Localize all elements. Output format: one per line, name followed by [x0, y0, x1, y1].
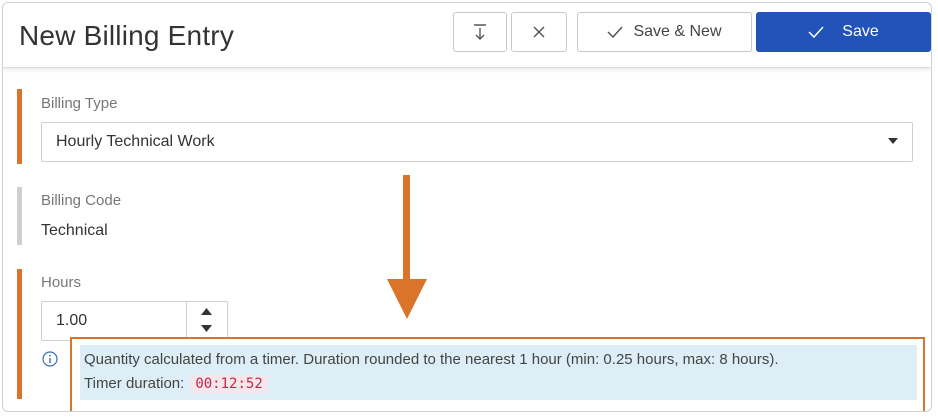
billing-code-field: Billing Code Technical — [17, 187, 917, 245]
billing-type-label: Billing Type — [41, 95, 118, 112]
hours-label: Hours — [41, 274, 82, 291]
hours-field: Hours 1.00 Quantity calculated from a ti… — [17, 269, 925, 411]
collapse-button[interactable] — [453, 12, 507, 52]
check-icon — [607, 26, 624, 38]
timer-duration-label: Timer duration: — [84, 375, 185, 392]
timer-info-highlight: Quantity calculated from a timer. Durati… — [70, 337, 925, 411]
annotation-arrow-icon — [387, 175, 427, 319]
hours-stepper[interactable]: 1.00 — [41, 301, 228, 341]
save-and-new-label: Save & New — [633, 23, 722, 40]
check-icon — [808, 26, 824, 38]
decrement-arrow-icon[interactable] — [201, 324, 212, 332]
hours-value: 1.00 — [56, 312, 88, 329]
save-button[interactable]: Save — [756, 12, 931, 52]
save-label: Save — [842, 23, 879, 40]
dialog-header: New Billing Entry Save & New Save — [3, 3, 931, 68]
page-title: New Billing Entry — [19, 20, 235, 51]
caret-down-icon — [888, 138, 898, 144]
billing-type-value: Hourly Technical Work — [56, 133, 215, 150]
close-icon — [533, 26, 545, 38]
info-icon — [42, 351, 58, 367]
billing-entry-dialog: New Billing Entry Save & New Save Billin… — [2, 2, 932, 412]
billing-code-label: Billing Code — [41, 192, 122, 209]
billing-type-select[interactable]: Hourly Technical Work — [41, 122, 913, 162]
billing-code-value: Technical — [41, 222, 108, 239]
timer-info-text: Quantity calculated from a timer. Durati… — [84, 351, 779, 368]
timer-info-message: Quantity calculated from a timer. Durati… — [80, 345, 917, 400]
save-and-new-button[interactable]: Save & New — [577, 12, 752, 52]
timer-duration-row: Timer duration: 00:12:52 — [84, 375, 268, 393]
increment-arrow-icon[interactable] — [201, 308, 212, 316]
stepper-arrows — [186, 302, 227, 340]
timer-duration-value: 00:12:52 — [190, 375, 268, 393]
close-button[interactable] — [511, 12, 567, 52]
collapse-down-icon — [474, 24, 486, 40]
billing-type-field: Billing Type Hourly Technical Work — [17, 89, 917, 164]
